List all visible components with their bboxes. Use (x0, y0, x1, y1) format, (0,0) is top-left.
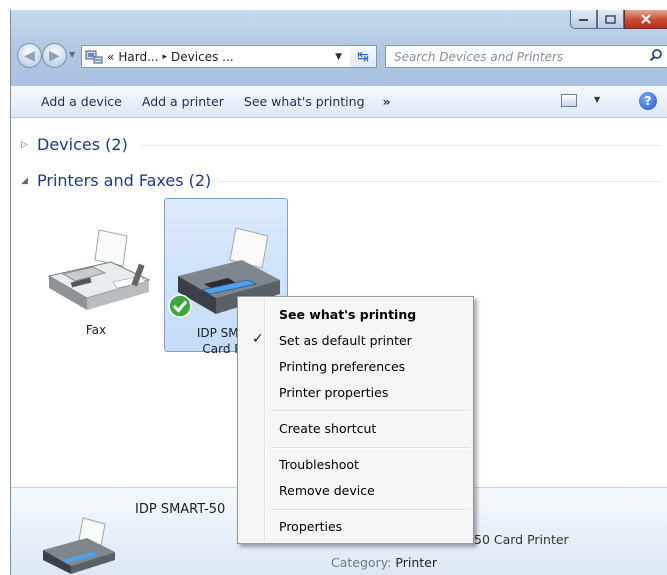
default-check-icon (168, 294, 192, 318)
breadcrumb-separator[interactable]: ▸ (163, 52, 168, 62)
menu-gutter (264, 299, 266, 541)
close-button[interactable] (624, 10, 667, 29)
back-arrow-icon: ◀ (24, 47, 35, 64)
devices-and-printers-icon (85, 50, 103, 63)
search-input[interactable]: Search Devices and Printers (386, 50, 645, 64)
maximize-button[interactable] (597, 10, 624, 29)
address-overflow[interactable]: « (107, 50, 114, 64)
device-tile-fax[interactable]: Fax (41, 226, 151, 337)
add-printer-button[interactable]: Add a printer (132, 90, 234, 114)
details-title: IDP SMART-50 (135, 502, 226, 517)
breadcrumb-hardware[interactable]: Hard... (118, 50, 158, 64)
menu-separator (271, 447, 470, 449)
checkmark-icon: ✓ (252, 331, 264, 347)
group-printers-and-faxes[interactable]: ◢ Printers and Faxes (2) (21, 171, 211, 190)
minimize-icon (579, 19, 588, 21)
group-divider (219, 181, 661, 182)
group-devices[interactable]: ▷ Devices (2) (21, 135, 128, 154)
context-menu: ✓ See what's printing Set as default pri… (237, 296, 474, 544)
forward-button[interactable]: ▶ (42, 43, 67, 68)
address-bar[interactable]: « Hard... ▸ Devices ... ▼ (81, 45, 377, 68)
close-icon (641, 14, 651, 24)
menu-item-troubleshoot[interactable]: Troubleshoot (279, 457, 359, 472)
view-options-dropdown[interactable]: ▼ (594, 95, 600, 104)
refresh-button[interactable]: ↹ (350, 45, 377, 68)
menu-item-properties[interactable]: Properties (279, 519, 342, 534)
more-commands-button[interactable]: » (375, 90, 399, 114)
menu-item-set-default-printer[interactable]: Set as default printer (279, 333, 412, 348)
menu-separator (271, 509, 470, 511)
menu-item-remove-device[interactable]: Remove device (279, 483, 375, 498)
expanded-arrow-icon: ◢ (21, 175, 28, 186)
category-label: Category: (331, 555, 392, 570)
forward-arrow-icon: ▶ (49, 47, 60, 64)
group-label: Printers and Faxes (2) (37, 171, 212, 190)
minimize-button[interactable] (570, 10, 597, 29)
command-bar: Add a device Add a printer See what's pr… (11, 86, 667, 118)
menu-item-see-whats-printing[interactable]: See what's printing (279, 307, 416, 322)
recent-pages-dropdown[interactable]: ▼ (69, 50, 75, 59)
search-icon[interactable] (645, 48, 667, 66)
fax-icon (47, 229, 151, 310)
help-icon[interactable]: ? (639, 92, 657, 110)
menu-item-printing-preferences[interactable]: Printing preferences (279, 359, 405, 374)
title-bar: ◀ ▶ ▼ « Hard... ▸ Devices ... ▼ ↹ Search… (11, 10, 667, 86)
menu-separator (271, 410, 470, 412)
navigation-bar: ◀ ▶ ▼ « Hard... ▸ Devices ... ▼ ↹ Search… (11, 40, 667, 72)
category-value: Printer (395, 555, 437, 570)
address-dropdown[interactable]: ▼ (335, 52, 342, 62)
details-model: 50 Card Printer (474, 532, 569, 547)
caption-buttons (570, 10, 667, 29)
breadcrumb-devices[interactable]: Devices ... (171, 50, 234, 64)
device-name: Fax (85, 323, 107, 337)
change-view-icon[interactable] (561, 94, 577, 107)
menu-item-printer-properties[interactable]: Printer properties (279, 385, 388, 400)
refresh-icon: ↹ (357, 48, 369, 65)
search-box[interactable]: Search Devices and Printers (385, 45, 667, 68)
add-device-button[interactable]: Add a device (11, 90, 132, 114)
maximize-icon (605, 14, 616, 24)
group-divider (141, 145, 661, 146)
back-button[interactable]: ◀ (17, 43, 42, 68)
menu-item-create-shortcut[interactable]: Create shortcut (279, 421, 376, 436)
group-label: Devices (2) (37, 135, 128, 154)
see-whats-printing-button[interactable]: See what's printing (234, 90, 375, 114)
printer-thumbnail-icon (43, 517, 115, 574)
collapsed-arrow-icon: ▷ (21, 139, 28, 150)
